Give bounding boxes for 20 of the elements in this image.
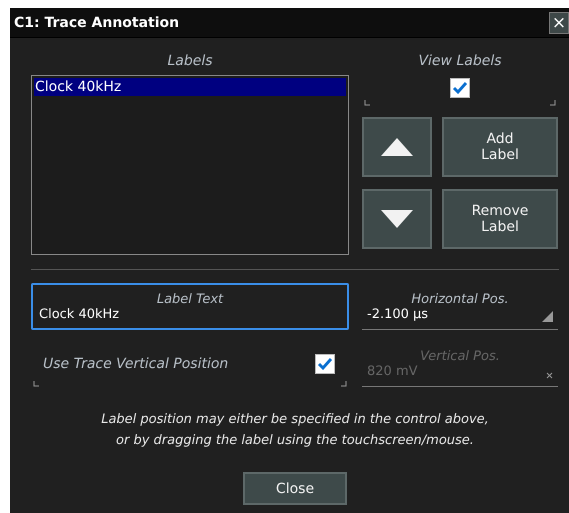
checkbox[interactable]: [315, 354, 335, 374]
close-button[interactable]: Close: [243, 472, 347, 505]
down-triangle-icon: [380, 209, 414, 229]
move-up-button[interactable]: [362, 117, 432, 177]
list-heading: Labels: [166, 53, 214, 69]
label-text-field[interactable]: Label Text Clock 40kHz: [31, 283, 349, 330]
checkbox[interactable]: [450, 78, 470, 98]
resize-corner-icon: [542, 311, 553, 322]
checkbox-label: Use Trace Vertical Position: [43, 356, 228, 372]
list-item[interactable]: Clock 40kHz: [34, 78, 346, 96]
help-text: Label position may either be specified in the control above, or by dragging the label using the touchscreen/mouse.: [100, 411, 490, 450]
action-button[interactable]: Add Label: [442, 117, 558, 177]
checkbox-label: View Labels: [417, 53, 503, 69]
horizontal-position-field[interactable]: Horizontal Pos. -2.100 µs: [362, 283, 558, 330]
move-down-button[interactable]: [362, 189, 432, 249]
clear-icon: [546, 372, 553, 379]
up-triangle-icon: [380, 137, 414, 157]
action-button[interactable]: Remove Label: [442, 189, 558, 249]
window-title: C1: Trace Annotation: [13, 14, 180, 30]
close-button[interactable]: ×: [549, 12, 569, 34]
